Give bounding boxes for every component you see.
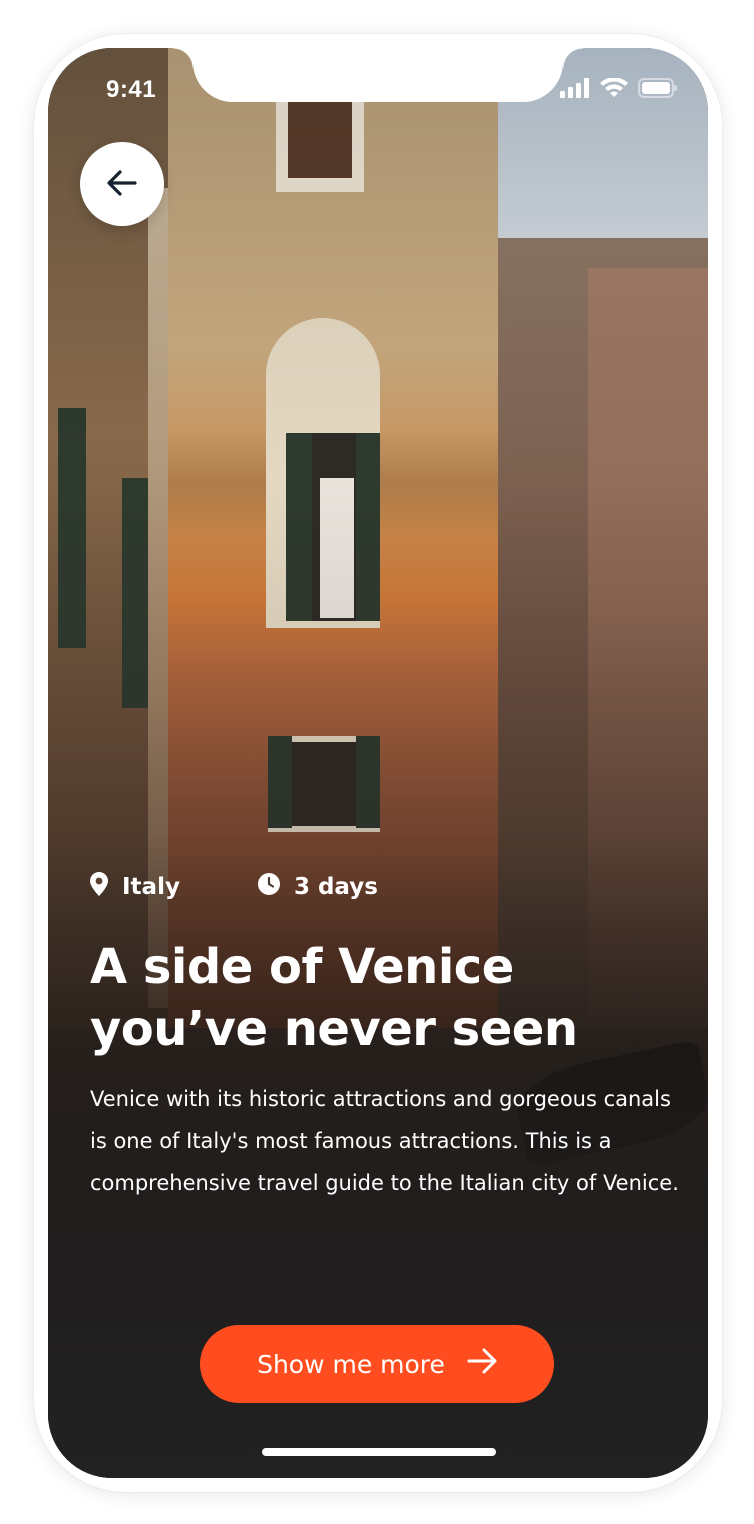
wifi-icon [600,77,628,102]
duration: 3 days [257,873,378,901]
home-indicator[interactable] [262,1448,496,1456]
show-more-label: Show me more [257,1349,445,1379]
duration-label: 3 days [293,874,378,900]
status-icons [560,77,678,102]
cellular-signal-icon [560,78,590,102]
page-title: A side of Venice you’ve never seen [90,939,578,1057]
notch [193,48,563,102]
show-more-button[interactable]: Show me more [200,1325,554,1403]
location-label: Italy [122,874,180,900]
clock-icon [257,873,280,901]
arrow-left-icon [107,169,137,199]
screen: 9:41 Italy 3 days A side of Venice you’v… [48,48,708,1478]
description: Venice with its historic attractions and… [90,1087,679,1195]
arrow-right-icon [467,1348,497,1380]
status-time: 9:41 [106,76,157,103]
battery-icon [638,78,678,102]
trip-meta: Italy 3 days [90,872,378,902]
location: Italy [90,872,180,902]
venice-canal-photo [48,48,708,1478]
map-pin-icon [90,872,108,902]
back-button[interactable] [80,142,164,226]
